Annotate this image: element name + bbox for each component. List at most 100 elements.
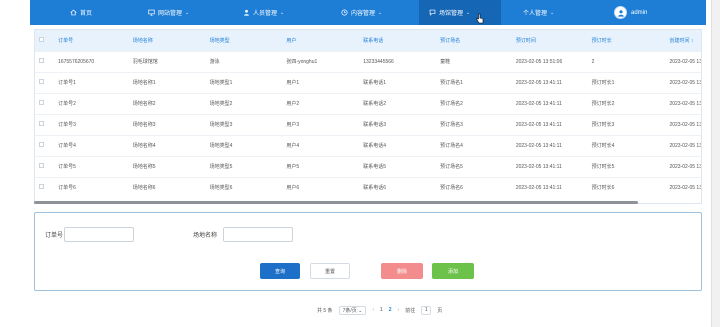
page-size-select[interactable]: 7条/页 ⌄ [338, 305, 367, 315]
table-cell: 2023-02-05 13:41:11 [515, 184, 562, 191]
reset-button[interactable]: 重置 [310, 263, 350, 279]
table-cell: 预订场名1 [440, 80, 463, 86]
table-row: 订单号5 场地名称5 场地类型5 用户5 联系电话5 预订场名5 2023-02-05 13… [35, 156, 702, 177]
table-cell: 预订场名2 [440, 101, 463, 107]
table-cell: 订单号5 [58, 164, 76, 170]
nav-people[interactable]: 人员管理 ⌄ [243, 0, 284, 25]
table-cell: 预订时长3 [591, 122, 615, 128]
table-cell: 用户3 [286, 122, 300, 128]
row-checkbox[interactable] [39, 142, 44, 147]
orders-table: 订单号 场地名称 场地类型 用户 联系电话 预订场名 预订时间 预订时长 创建时… [34, 29, 702, 204]
table-cell: 联系电话3 [363, 122, 387, 128]
column-header: 联系电话 [363, 37, 384, 44]
table-cell: 童鞋 [440, 59, 451, 65]
row-checkbox-cell [35, 135, 52, 156]
row-checkbox-cell [35, 72, 52, 93]
nav-personal[interactable]: 个人管理 ⌄ [523, 0, 554, 25]
table-cell: 场地名称5 [132, 164, 156, 170]
hand-cursor-icon [476, 13, 484, 24]
prev-page-button[interactable]: ‹ [372, 307, 374, 313]
table-cell: 预订时长6 [591, 185, 615, 192]
table-cell: 2023-02-05 13:41:11 [515, 79, 562, 86]
chevron-down-icon: ⌄ [185, 9, 190, 16]
user-icon [243, 9, 250, 16]
chevron-down-icon: ⌄ [378, 9, 383, 16]
page-number[interactable]: 1 [380, 307, 383, 313]
table-cell: 2023-02-05 13:41:11 [515, 100, 562, 107]
monitor-icon [148, 9, 155, 16]
table-cell: 预订场名4 [440, 143, 463, 149]
row-checkbox-cell [35, 93, 52, 114]
next-page-button[interactable]: › [398, 307, 400, 313]
pagination: 共 5 条 7条/页 ⌄ ‹ 1 2 › 前往 1 页 [317, 305, 448, 315]
table-cell: 2 [591, 58, 595, 65]
table-cell: 预订时长2 [591, 101, 615, 107]
table-cell: 2023-02-05 13:41:11 [515, 121, 562, 128]
user-menu[interactable]: admin [614, 0, 647, 25]
app-root: 首页 网站管理 ⌄ 人员管理 ⌄ 内容管理 ⌄ 场馆管理 ⌄ 个人管理 ⌄ ad… [0, 0, 720, 327]
table-cell: 1675576205670 [58, 58, 95, 65]
order-label: 订单号 [45, 233, 64, 239]
vertical-scrollbar[interactable] [711, 0, 720, 327]
table-cell: 联系电话4 [363, 143, 387, 149]
search-form: 订单号 场地名称 查询 重置 删除 添加 [34, 212, 702, 291]
nav-site[interactable]: 网站管理 ⌄ [148, 0, 189, 25]
select-all-checkbox[interactable] [39, 36, 44, 42]
table-cell: 场地名称2 [132, 101, 156, 107]
column-header: 场地名称 [132, 37, 153, 44]
main-frame: 首页 网站管理 ⌄ 人员管理 ⌄ 内容管理 ⌄ 场馆管理 ⌄ 个人管理 ⌄ ad… [30, 0, 706, 327]
table-cell: 联系电话1 [363, 80, 387, 86]
goto-label: 前往 [405, 307, 416, 314]
table-row: 订单号2 场地名称2 场地类型2 用户2 联系电话2 预订场名2 2023-02-05 13… [35, 93, 701, 114]
nav-content-label: 内容管理 [351, 11, 376, 17]
table-cell: 场地类型6 [209, 185, 233, 192]
venue-name-input[interactable] [223, 227, 293, 242]
table-cell: 场地类型2 [209, 101, 233, 107]
table-cell: 订单号3 [58, 122, 76, 128]
nav-venue-label: 场馆管理 [439, 11, 464, 17]
table-cell: 联系电话5 [363, 164, 387, 170]
row-checkbox[interactable] [39, 121, 44, 126]
row-checkbox[interactable] [39, 79, 44, 84]
page-suffix: 页 [437, 307, 443, 314]
nav-personal-label: 个人管理 [523, 11, 548, 17]
chevron-down-icon: ⌄ [550, 9, 555, 16]
table-row: 1675576205670 羽毛球馆馆 游泳 张四-yonghu1 1323344556… [35, 51, 701, 72]
column-header-sortable[interactable]: 创建时间 ↕ [663, 30, 701, 51]
row-checkbox[interactable] [39, 58, 44, 63]
top-nav: 首页 网站管理 ⌄ 人员管理 ⌄ 内容管理 ⌄ 场馆管理 ⌄ 个人管理 ⌄ ad… [30, 0, 706, 25]
table-cell: 预订场名5 [440, 164, 463, 170]
table-row: 订单号4 场地名称4 场地类型4 用户4 联系电话4 预订场名4 2023-02-05 13… [35, 135, 702, 156]
nav-home[interactable]: 首页 [70, 0, 92, 25]
table-cell: 订单号1 [58, 80, 76, 86]
table-cell: 场地名称6 [132, 185, 156, 192]
row-checkbox[interactable] [39, 100, 44, 105]
nav-venue[interactable]: 场馆管理 ⌄ [419, 0, 501, 25]
add-button[interactable]: 添加 [432, 263, 474, 279]
delete-button[interactable]: 删除 [381, 263, 423, 279]
horizontal-scrollbar[interactable] [34, 201, 638, 204]
query-button[interactable]: 查询 [260, 263, 300, 279]
home-icon [70, 9, 77, 16]
avatar [614, 6, 627, 19]
table-cell: 预订场名6 [440, 185, 463, 192]
column-header: 预订时间 [515, 37, 536, 44]
table-cell: 场地类型1 [209, 80, 233, 86]
goto-page-input[interactable]: 1 [421, 305, 432, 315]
page-number-current[interactable]: 2 [389, 307, 392, 313]
column-header: 场地类型 [209, 37, 230, 44]
table-cell: 预订时长1 [591, 80, 615, 86]
table-cell: 场地类型4 [209, 143, 233, 149]
table-cell: 2023-02-05 13: [669, 142, 702, 149]
order-input[interactable] [64, 227, 134, 242]
chat-icon [429, 9, 436, 16]
table-cell: 2023-02-05 13:41:11 [515, 142, 562, 149]
venue-name-label: 场地名称 [193, 233, 218, 239]
row-checkbox[interactable] [39, 184, 44, 190]
table-cell: 2023-02-05 13: [669, 163, 702, 170]
table-cell: 用户4 [286, 143, 300, 149]
table-row: 订单号3 场地名称3 场地类型3 用户3 联系电话3 预订场名3 2023-02-05 13… [35, 114, 701, 135]
row-checkbox[interactable] [39, 163, 44, 168]
table-cell: 预订时长5 [591, 164, 615, 170]
nav-content[interactable]: 内容管理 ⌄ [341, 0, 382, 25]
